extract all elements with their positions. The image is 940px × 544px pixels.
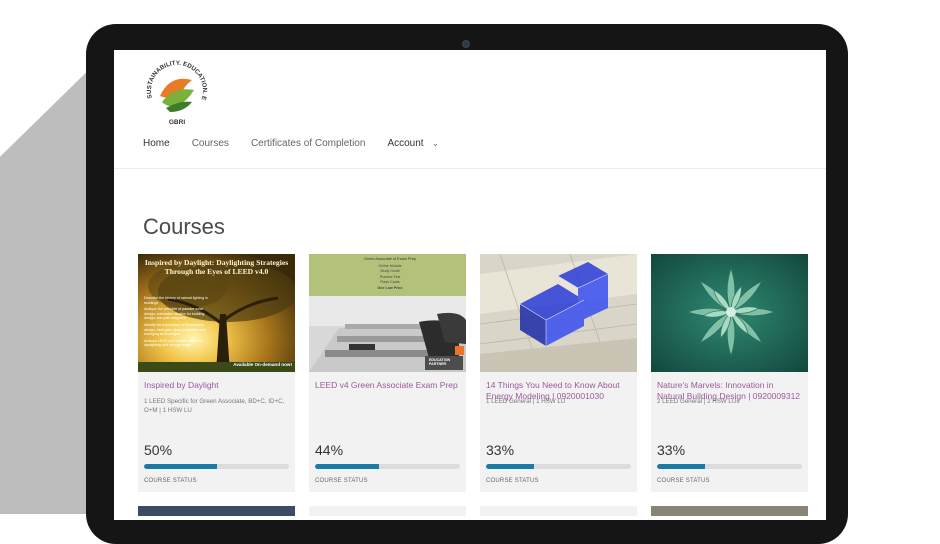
course-progress-bar: [486, 464, 631, 469]
course-thumbnail-daylight[interactable]: Inspired by Daylight: Daylighting Strate…: [138, 254, 295, 372]
webcam-icon: [462, 40, 470, 48]
nav-account[interactable]: Account ⌄: [387, 138, 439, 149]
course-thumbnail-green-associate[interactable]: Green Associate of Exam Prep Online Modu…: [309, 254, 466, 372]
thumbnail-bullet: Analyze the principle of passive solar d…: [144, 307, 205, 321]
course-progress-fill: [657, 464, 705, 469]
course-card-next-row[interactable]: [651, 506, 808, 516]
course-progress-percent: 44%: [315, 442, 344, 458]
energy-model-thumbnail-image: [480, 254, 637, 372]
course-status-label: COURSE STATUS: [144, 478, 197, 484]
course-card[interactable]: Green Associate of Exam Prep Online Modu…: [309, 254, 466, 492]
succulent-thumbnail-image: [651, 254, 808, 372]
gbri-logo[interactable]: SUSTAINABILITY. EDUCATION. EMPOWERMENT. …: [140, 56, 214, 130]
course-card-next-row[interactable]: [309, 506, 466, 516]
course-progress-bar: [144, 464, 289, 469]
browser-screen: SUSTAINABILITY. EDUCATION. EMPOWERMENT. …: [114, 50, 826, 520]
thumbnail-line: One Low Price: [377, 285, 403, 290]
course-progress-fill: [144, 464, 217, 469]
site-header: SUSTAINABILITY. EDUCATION. EMPOWERMENT. …: [114, 50, 826, 169]
course-progress-fill: [486, 464, 534, 469]
course-thumbnail-energy-modeling[interactable]: [480, 254, 637, 372]
thumbnail-partner-badge: EDUCATION PARTNER: [429, 358, 451, 366]
page-title: Courses: [143, 214, 225, 239]
course-credits: 1 LEED Specific for Green Associate, BD+…: [144, 398, 285, 414]
course-thumbnail-natures-marvels[interactable]: [651, 254, 808, 372]
course-credits: 2 LEED General | 2 HSW LUs: [657, 398, 740, 405]
course-title[interactable]: LEED v4 Green Associate Exam Prep: [315, 380, 461, 391]
course-status-label: COURSE STATUS: [657, 478, 710, 484]
course-progress-percent: 33%: [486, 442, 515, 458]
nav-courses[interactable]: Courses: [192, 138, 229, 149]
thumbnail-badge: Available On-demand now!: [233, 362, 292, 367]
course-card-next-row[interactable]: [138, 506, 295, 516]
course-status-label: COURSE STATUS: [486, 478, 539, 484]
course-progress-percent: 50%: [144, 442, 173, 458]
main-nav: Home Courses Certificates of Completion …: [143, 138, 461, 149]
thumbnail-headline: Inspired by Daylight: Daylighting Strate…: [144, 258, 289, 276]
thumbnail-bullet: Identify the importance of fenestration …: [144, 322, 206, 337]
course-card-next-row[interactable]: [480, 506, 637, 516]
course-card[interactable]: 14 Things You Need to Know About Energy …: [480, 254, 637, 492]
thumbnail-bullet: Analyze LEED v4.0 credits related to day…: [144, 338, 203, 348]
thumbnail-bullet: Describe the history of natural lighting…: [144, 296, 208, 305]
nav-certificates[interactable]: Certificates of Completion: [251, 138, 366, 149]
thumbnail-lines: Online Module Study Guide Practice Test …: [355, 264, 425, 291]
nav-account-label: Account: [387, 138, 424, 149]
course-status-label: COURSE STATUS: [315, 478, 368, 484]
course-title[interactable]: Inspired by Daylight: [144, 380, 290, 391]
course-progress-percent: 33%: [657, 442, 686, 458]
thumbnail-bullets: Describe the history of natural lighting…: [144, 296, 210, 348]
thumbnail-heading: Green Associate of Exam Prep: [364, 257, 416, 261]
course-credits: 1 LEED General | 1 HSW LU: [486, 398, 566, 405]
course-progress-fill: [315, 464, 379, 469]
logo-brand: GBRI: [169, 119, 185, 126]
nav-home[interactable]: Home: [143, 138, 170, 149]
course-progress-bar: [657, 464, 802, 469]
course-card[interactable]: Inspired by Daylight: Daylighting Strate…: [138, 254, 295, 492]
course-card[interactable]: Nature's Marvels: Innovation in Natural …: [651, 254, 808, 492]
chevron-down-icon: ⌄: [431, 138, 440, 148]
course-progress-bar: [315, 464, 460, 469]
